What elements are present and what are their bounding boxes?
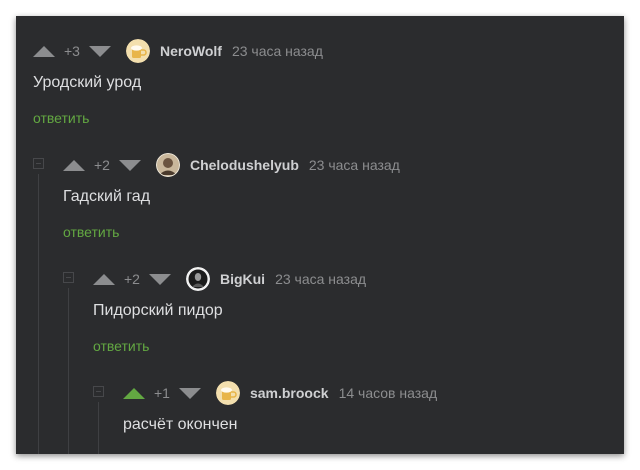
beer-mug-icon[interactable] [125, 39, 150, 63]
downvote-arrow-icon[interactable] [148, 273, 171, 285]
comment-text: Гадский гад [63, 188, 151, 205]
thread-line [68, 288, 69, 454]
downvote-arrow-icon[interactable] [118, 159, 141, 171]
comment-text: Пидорский пидор [93, 302, 223, 319]
comment-score: +2 [94, 157, 110, 173]
collapse-thread-toggle[interactable] [93, 386, 104, 397]
upvote-arrow-icon[interactable] [63, 159, 85, 171]
comment-score: +1 [154, 385, 170, 401]
thread-line [38, 174, 39, 454]
comment-header: +2 BigKui 23 часа назад [93, 266, 366, 292]
comment-header: +3 NeroWolf 23 часа назад [33, 38, 323, 64]
reply-link[interactable]: ответить [93, 338, 149, 354]
comment-score: +2 [124, 271, 140, 287]
screenshot-frame: +3 NeroWolf 23 часа назад Уродский урод … [0, 0, 640, 470]
comment-header: +2 Chelodushelyub 23 часа назад [63, 152, 400, 178]
comment-text: Уродский урод [33, 74, 142, 91]
downvote-arrow-icon[interactable] [88, 45, 111, 57]
comment-author[interactable]: Chelodushelyub [190, 157, 299, 173]
collapse-thread-toggle[interactable] [33, 158, 44, 169]
comment-author[interactable]: NeroWolf [160, 43, 222, 59]
comment-time: 14 часов назад [338, 385, 438, 401]
comment-time: 23 часа назад [231, 43, 323, 59]
reply-link[interactable]: ответить [63, 224, 119, 240]
comment-header: +1 sam.broock 14 часов назад [123, 380, 437, 406]
beer-mug-icon[interactable] [215, 381, 240, 405]
thread-line [98, 402, 99, 454]
comment-text: расчёт окончен [123, 416, 238, 433]
collapse-thread-toggle[interactable] [63, 272, 74, 283]
comment-time: 23 часа назад [308, 157, 400, 173]
upvote-arrow-icon[interactable] [123, 387, 145, 399]
downvote-arrow-icon[interactable] [178, 387, 201, 399]
upvote-arrow-icon[interactable] [33, 45, 55, 57]
reply-link[interactable]: ответить [33, 110, 89, 126]
comment-author[interactable]: BigKui [220, 271, 265, 287]
comment-score: +3 [64, 43, 80, 59]
comments-thread: +3 NeroWolf 23 часа назад Уродский урод … [16, 16, 624, 454]
upvote-arrow-icon[interactable] [93, 273, 115, 285]
portrait-icon[interactable] [155, 153, 180, 177]
comment-author[interactable]: sam.broock [250, 385, 329, 401]
comment-time: 23 часа назад [275, 271, 367, 287]
dark-portrait-icon[interactable] [185, 267, 210, 291]
